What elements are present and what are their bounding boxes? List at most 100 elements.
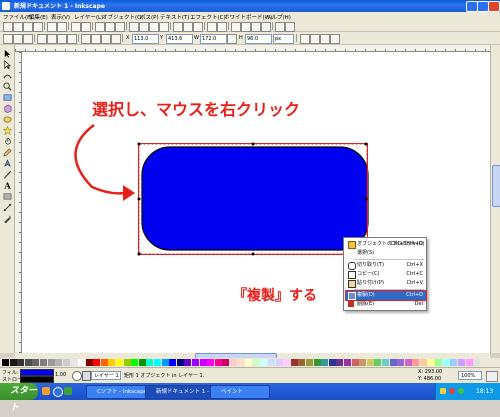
palette-swatch[interactable] xyxy=(382,359,389,366)
star-tool-icon[interactable] xyxy=(3,126,12,135)
zoom-field[interactable]: 100% xyxy=(458,371,482,380)
palette-swatch[interactable] xyxy=(268,359,275,366)
taskbar-item-paint[interactable]: ペイント xyxy=(210,385,270,399)
w-field[interactable]: 172.0 xyxy=(200,34,227,44)
tray-icon-3[interactable] xyxy=(458,388,464,394)
save-icon[interactable] xyxy=(23,22,33,32)
quicklaunch-icon-1[interactable] xyxy=(42,387,50,395)
menu-item-properties[interactable]: オブジェクトのプロパティ(O) Ctrl+Shift+O xyxy=(346,240,426,249)
palette-swatch[interactable] xyxy=(313,359,321,366)
palette-swatch[interactable] xyxy=(161,359,169,366)
palette-swatch[interactable] xyxy=(427,359,435,366)
palette-swatch[interactable] xyxy=(450,359,458,366)
import-icon[interactable] xyxy=(47,22,57,32)
menu-item-duplicate[interactable]: 複製(D) Ctrl+D xyxy=(345,290,427,301)
align-distribute-icon[interactable] xyxy=(261,22,271,32)
lower-icon[interactable] xyxy=(101,34,111,44)
lower-to-bottom-icon[interactable] xyxy=(111,34,121,44)
palette-swatch[interactable] xyxy=(458,359,465,366)
palette-swatch[interactable] xyxy=(116,359,123,366)
units-select[interactable]: px xyxy=(273,34,294,44)
unlink-clone-icon[interactable] xyxy=(193,22,203,32)
flip-horizontal-icon[interactable] xyxy=(57,34,67,44)
palette-swatch[interactable] xyxy=(199,359,207,366)
palette-swatch[interactable] xyxy=(146,359,154,366)
text-font-icon[interactable] xyxy=(241,22,251,32)
node-tool-icon[interactable] xyxy=(3,60,12,69)
palette-swatch[interactable] xyxy=(24,359,32,366)
vertical-ruler[interactable] xyxy=(15,52,22,353)
rotate-ccw-icon[interactable] xyxy=(37,34,47,44)
palette-swatch[interactable] xyxy=(62,359,70,366)
palette-swatch[interactable] xyxy=(328,359,336,366)
palette-swatch[interactable] xyxy=(214,359,222,366)
handle-bm[interactable] xyxy=(251,252,255,256)
menu-whiteboard[interactable]: ホワイトボード(W) xyxy=(224,13,272,21)
rectangle-tool-icon[interactable] xyxy=(3,93,12,102)
palette-swatch[interactable] xyxy=(404,359,412,366)
gradient-tool-icon[interactable] xyxy=(3,192,12,201)
palette-swatch[interactable] xyxy=(55,359,63,366)
tray-icon-1[interactable] xyxy=(440,388,446,394)
select-all-layers-icon[interactable] xyxy=(13,34,23,44)
palette-swatch[interactable] xyxy=(306,359,313,366)
menu-text[interactable]: テキスト(T) xyxy=(160,13,190,21)
palette-swatch[interactable] xyxy=(85,359,93,366)
scale-corners-icon[interactable] xyxy=(310,34,320,44)
deselect-icon[interactable] xyxy=(23,34,33,44)
menu-item-paste[interactable]: 貼り付け(P) Ctrl+V xyxy=(346,279,426,288)
palette-swatch[interactable] xyxy=(93,359,101,366)
pen-tool-icon[interactable] xyxy=(3,159,12,168)
lock-ratio-icon[interactable] xyxy=(227,34,237,44)
palette-swatch[interactable] xyxy=(442,359,450,366)
text-tool-icon[interactable]: A xyxy=(3,181,12,190)
handle-bl[interactable] xyxy=(137,252,141,256)
palette-swatch[interactable] xyxy=(32,359,40,366)
palette-swatch[interactable] xyxy=(283,359,291,366)
cut-toolbar-icon[interactable] xyxy=(105,22,115,32)
zoom-drawing-icon[interactable] xyxy=(139,22,149,32)
palette-swatch[interactable] xyxy=(275,359,283,366)
preferences-icon[interactable] xyxy=(275,22,285,32)
palette-swatch[interactable] xyxy=(359,359,367,366)
layer-select[interactable]: レイヤー 1 xyxy=(91,371,121,380)
duplicate-toolbar-icon[interactable] xyxy=(173,22,183,32)
calligraphy-tool-icon[interactable] xyxy=(3,170,12,179)
handle-tl[interactable] xyxy=(137,142,141,146)
palette-swatch[interactable] xyxy=(123,359,131,366)
handle-tm[interactable] xyxy=(251,142,255,146)
palette-swatch[interactable] xyxy=(321,359,329,366)
palette-swatch[interactable] xyxy=(351,359,359,366)
palette-swatch[interactable] xyxy=(108,359,116,366)
lock-icon[interactable] xyxy=(82,371,91,381)
palette-swatch[interactable] xyxy=(131,359,139,366)
palette-swatch[interactable] xyxy=(40,359,47,366)
transform-patterns-icon[interactable] xyxy=(330,34,340,44)
zoom-spin-icon[interactable] xyxy=(486,371,498,382)
palette-swatch[interactable] xyxy=(435,359,443,366)
palette-swatch[interactable] xyxy=(222,359,230,366)
quicklaunch-icon-3[interactable] xyxy=(64,387,72,395)
palette-swatch[interactable] xyxy=(344,359,351,366)
palette-swatch[interactable] xyxy=(420,359,427,366)
ellipse-tool-icon[interactable] xyxy=(3,115,12,124)
handle-ml[interactable] xyxy=(137,197,141,201)
palette-swatch[interactable] xyxy=(192,359,199,366)
group-icon[interactable] xyxy=(207,22,217,32)
clone-icon[interactable] xyxy=(183,22,193,32)
start-button[interactable]: スタート xyxy=(0,383,38,413)
taskbar-item-folder[interactable]: Cソフト - Inkscape xyxy=(86,385,154,399)
palette-swatch[interactable] xyxy=(298,359,306,366)
palette-swatch[interactable] xyxy=(366,359,374,366)
menu-item-copy[interactable]: コピー(C) Ctrl+C xyxy=(346,270,426,279)
palette-swatch[interactable] xyxy=(154,359,161,366)
palette-swatch[interactable] xyxy=(17,359,25,366)
zoom-width-icon[interactable] xyxy=(159,22,169,32)
box3d-tool-icon[interactable] xyxy=(3,104,12,113)
x-field[interactable]: 113.0 xyxy=(132,34,159,44)
palette-swatch[interactable] xyxy=(397,359,405,366)
open-icon[interactable] xyxy=(13,22,23,32)
menu-item-select[interactable]: 選択(S) xyxy=(346,249,426,258)
tray-icon-2[interactable] xyxy=(449,388,455,394)
palette-swatch[interactable] xyxy=(2,359,9,366)
